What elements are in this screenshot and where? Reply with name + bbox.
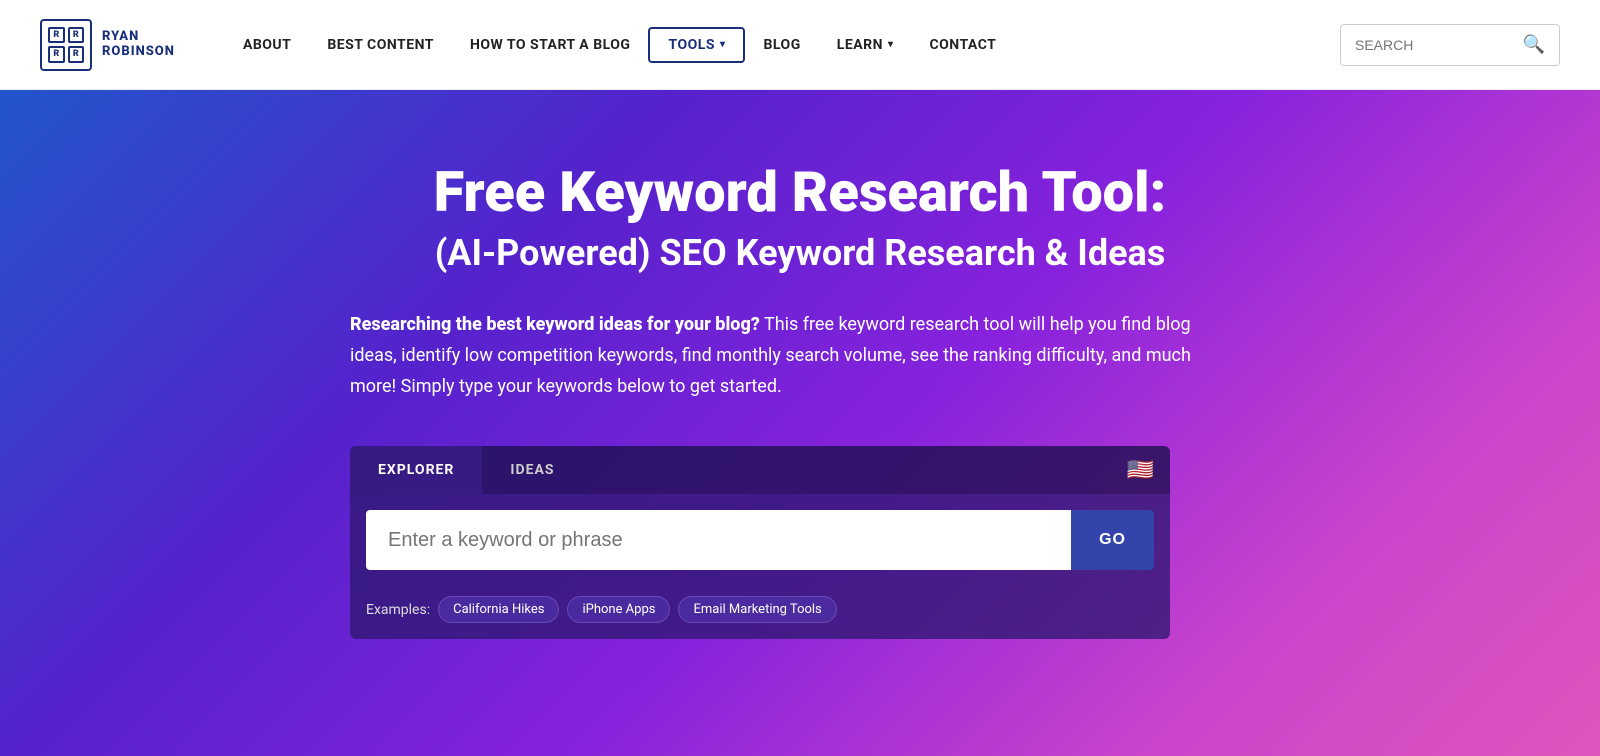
nav-about[interactable]: ABOUT (225, 29, 309, 61)
learn-chevron-icon: ▾ (888, 39, 894, 50)
tabs-bar: EXPLORER IDEAS 🇺🇸 (350, 446, 1170, 494)
keyword-input[interactable] (366, 510, 1071, 570)
example-iphone-apps[interactable]: iPhone Apps (567, 596, 670, 623)
go-button[interactable]: GO (1071, 510, 1154, 570)
logo[interactable]: R R R R RYAN ROBINSON (40, 19, 175, 71)
header-search-button[interactable]: 🔍 (1509, 25, 1559, 65)
header-search-input[interactable] (1341, 25, 1509, 65)
nav-blog[interactable]: BLOG (745, 29, 818, 61)
main-nav: ABOUT BEST CONTENT HOW TO START A BLOG T… (225, 27, 1340, 63)
nav-how-to-start-blog[interactable]: HOW TO START A BLOG (452, 29, 649, 61)
logo-grid-cell: R (48, 27, 65, 44)
search-icon: 🔍 (1523, 34, 1545, 55)
tool-widget: EXPLORER IDEAS 🇺🇸 GO Examples: Californi… (350, 446, 1170, 639)
tab-explorer[interactable]: EXPLORER (350, 446, 482, 494)
nav-tools[interactable]: TOOLS ▾ (648, 27, 745, 63)
hero-description-bold: Researching the best keyword ideas for y… (350, 314, 760, 335)
tab-ideas[interactable]: IDEAS (482, 446, 582, 494)
hero-description: Researching the best keyword ideas for y… (350, 310, 1210, 402)
logo-icon: R R R R (40, 19, 92, 71)
logo-grid-cell: R (68, 27, 85, 44)
hero-title: Free Keyword Research Tool: (350, 160, 1250, 224)
hero-section: Free Keyword Research Tool: (AI-Powered)… (0, 90, 1600, 756)
header: R R R R RYAN ROBINSON ABOUT BEST CONTENT… (0, 0, 1600, 90)
examples-label: Examples: (366, 602, 430, 618)
keyword-search-row: GO (350, 494, 1170, 586)
tools-chevron-icon: ▾ (720, 39, 726, 50)
hero-subtitle: (AI-Powered) SEO Keyword Research & Idea… (350, 232, 1250, 274)
logo-text: RYAN ROBINSON (102, 30, 175, 59)
logo-grid-cell: R (48, 46, 65, 63)
hero-content: Free Keyword Research Tool: (AI-Powered)… (350, 160, 1250, 639)
example-california-hikes[interactable]: California Hikes (438, 596, 559, 623)
nav-best-content[interactable]: BEST CONTENT (309, 29, 452, 61)
flag-icon: 🇺🇸 (1127, 458, 1154, 483)
nav-contact[interactable]: CONTACT (911, 29, 1014, 61)
logo-grid-cell: R (68, 46, 85, 63)
logo-name-top: RYAN (102, 30, 175, 44)
example-email-marketing-tools[interactable]: Email Marketing Tools (678, 596, 836, 623)
nav-learn[interactable]: LEARN ▾ (819, 29, 912, 61)
logo-name-bottom: ROBINSON (102, 45, 175, 59)
header-search-area: 🔍 (1340, 24, 1560, 66)
examples-row: Examples: California Hikes iPhone Apps E… (350, 586, 1170, 639)
